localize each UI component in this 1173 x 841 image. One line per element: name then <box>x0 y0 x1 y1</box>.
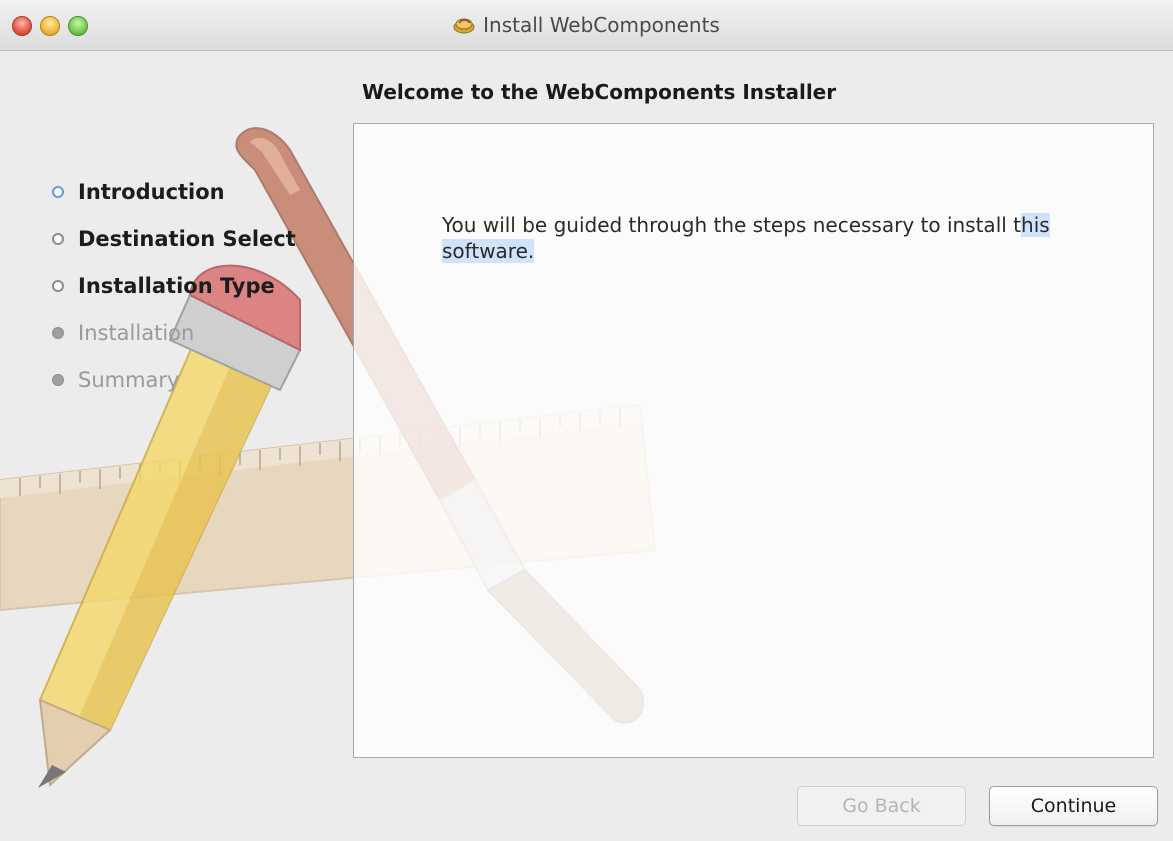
step-introduction: Introduction <box>52 168 296 215</box>
step-label: Destination Select <box>78 226 296 251</box>
step-label: Summary <box>78 367 180 392</box>
step-bullet-icon <box>52 232 64 245</box>
installer-window: Install WebComponents Welcome to the Web… <box>0 0 1173 841</box>
package-icon <box>453 18 475 34</box>
content-panel: You will be guided through the steps nec… <box>353 123 1154 758</box>
step-label: Installation Type <box>78 273 275 298</box>
step-label: Installation <box>78 320 195 345</box>
step-bullet-icon <box>52 185 64 198</box>
window-title: Install WebComponents <box>483 13 720 37</box>
step-bullet-icon <box>52 279 64 292</box>
step-label: Introduction <box>78 179 225 204</box>
go-back-button[interactable]: Go Back <box>797 786 966 826</box>
step-summary: Summary <box>52 356 296 403</box>
intro-text-plain: You will be guided through the steps nec… <box>442 213 1022 237</box>
step-installation: Installation <box>52 309 296 356</box>
intro-text[interactable]: You will be guided through the steps nec… <box>442 212 1082 264</box>
step-bullet-icon <box>52 373 64 386</box>
installer-steps: Introduction Destination Select Installa… <box>52 168 296 403</box>
window-title-area: Install WebComponents <box>0 0 1173 50</box>
title-bar: Install WebComponents <box>0 0 1173 51</box>
page-title: Welcome to the WebComponents Installer <box>362 80 837 104</box>
step-installation-type: Installation Type <box>52 262 296 309</box>
continue-button[interactable]: Continue <box>989 786 1158 826</box>
step-bullet-icon <box>52 326 64 339</box>
step-destination-select: Destination Select <box>52 215 296 262</box>
